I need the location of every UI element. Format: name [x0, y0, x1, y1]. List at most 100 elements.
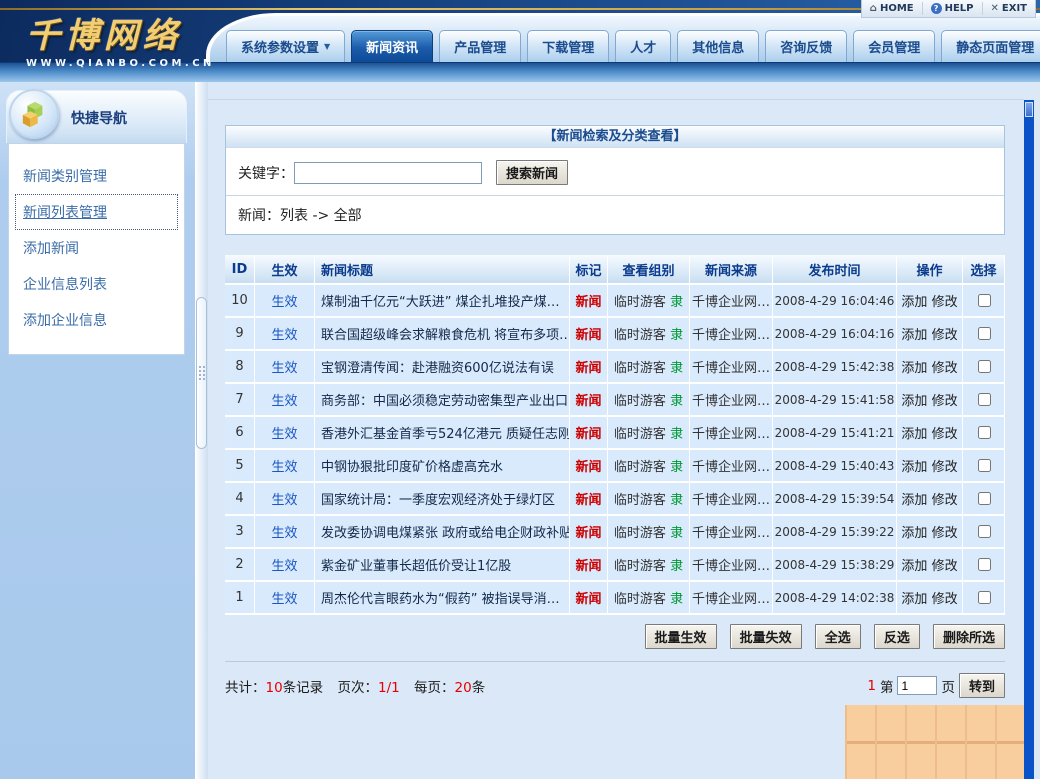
status-link[interactable]: 生效: [271, 361, 297, 376]
news-title-link[interactable]: 国家统计局：一季度宏观经济处于绿灯区: [321, 493, 555, 508]
nav-tab[interactable]: 产品管理: [439, 30, 521, 62]
status-link[interactable]: 生效: [271, 295, 297, 310]
add-link[interactable]: 添加: [901, 460, 927, 475]
sidebar-item[interactable]: 添加企业信息: [9, 302, 184, 338]
add-link[interactable]: 添加: [901, 361, 927, 376]
batch-button[interactable]: 批量失效: [730, 624, 802, 649]
edit-link[interactable]: 修改: [932, 592, 958, 607]
edit-link[interactable]: 修改: [932, 526, 958, 541]
status-link[interactable]: 生效: [271, 394, 297, 409]
logo: 千博网络 www.qianbo.com.cn: [26, 8, 215, 69]
col-title: 新闻标题: [315, 255, 570, 285]
batch-button[interactable]: 全选: [815, 624, 861, 649]
edit-link[interactable]: 修改: [932, 559, 958, 574]
group-link[interactable]: 隶: [670, 460, 683, 475]
cell-status: 生效: [255, 483, 315, 516]
row-checkbox[interactable]: [978, 591, 991, 604]
search-news-button[interactable]: 搜索新闻: [496, 160, 568, 185]
group-link[interactable]: 隶: [670, 295, 683, 310]
cell-actions: 添加 修改: [897, 483, 963, 516]
group-link[interactable]: 隶: [670, 328, 683, 343]
status-link[interactable]: 生效: [271, 493, 297, 508]
help-link[interactable]: ? HELP: [922, 2, 982, 15]
news-title-link[interactable]: 香港外汇基金首季亏524亿港元 质疑任志刚…: [321, 427, 570, 442]
cell-publish-time: 2008-4-29 15:41:21: [773, 417, 897, 450]
status-link[interactable]: 生效: [271, 559, 297, 574]
keyword-input[interactable]: [294, 162, 482, 184]
edit-link[interactable]: 修改: [932, 460, 958, 475]
nav-tab[interactable]: 咨询反馈: [765, 30, 847, 62]
goto-button[interactable]: 转到: [959, 673, 1005, 698]
batch-button[interactable]: 删除所选: [933, 624, 1005, 649]
group-link[interactable]: 隶: [670, 394, 683, 409]
news-title-link[interactable]: 发改委协调电煤紧张 政府或给电企财政补贴: [321, 526, 570, 541]
edit-link[interactable]: 修改: [932, 361, 958, 376]
edit-link[interactable]: 修改: [932, 295, 958, 310]
page-input[interactable]: [897, 676, 937, 695]
news-title-link[interactable]: 中钢协狠批印度矿价格虚高充水: [321, 460, 503, 475]
add-link[interactable]: 添加: [901, 394, 927, 409]
table-row: 9 生效 联合国超级峰会求解粮食危机 将宣布多项… 新闻 临时: [225, 318, 1005, 351]
group-link[interactable]: 隶: [670, 361, 683, 376]
status-link[interactable]: 生效: [271, 460, 297, 475]
nav-tab[interactable]: 人才: [615, 30, 671, 62]
row-checkbox[interactable]: [978, 558, 991, 571]
add-link[interactable]: 添加: [901, 493, 927, 508]
row-checkbox[interactable]: [978, 294, 991, 307]
row-checkbox[interactable]: [978, 327, 991, 340]
news-title-link[interactable]: 商务部：中国必须稳定劳动密集型产业出口: [321, 394, 568, 409]
group-link[interactable]: 隶: [670, 559, 683, 574]
edit-link[interactable]: 修改: [932, 328, 958, 343]
nav-tab[interactable]: 新闻资讯: [351, 30, 433, 62]
cell-id: 2: [225, 549, 255, 582]
news-title-link[interactable]: 煤制油千亿元“大跃进” 煤企扎堆投产煤…: [321, 295, 560, 310]
edit-link[interactable]: 修改: [932, 394, 958, 409]
status-link[interactable]: 生效: [271, 592, 297, 607]
add-link[interactable]: 添加: [901, 592, 927, 607]
row-checkbox[interactable]: [978, 393, 991, 406]
row-checkbox[interactable]: [978, 426, 991, 439]
row-checkbox[interactable]: [978, 525, 991, 538]
nav-tab[interactable]: 下载管理: [527, 30, 609, 62]
row-checkbox[interactable]: [978, 492, 991, 505]
status-link[interactable]: 生效: [271, 328, 297, 343]
status-link[interactable]: 生效: [271, 427, 297, 442]
add-link[interactable]: 添加: [901, 295, 927, 310]
splitter-handle[interactable]: [196, 297, 207, 449]
nav-tab[interactable]: 系统参数设置 ▼: [226, 30, 345, 62]
add-link[interactable]: 添加: [901, 559, 927, 574]
scrollbar-thumb[interactable]: [1025, 102, 1033, 117]
news-title-link[interactable]: 周杰伦代言眼药水为“假药” 被指误导消…: [321, 592, 560, 607]
sidebar-item[interactable]: 添加新闻: [9, 230, 184, 266]
nav-tab-label: 系统参数设置: [241, 37, 319, 56]
group-link[interactable]: 隶: [670, 427, 683, 442]
batch-button[interactable]: 反选: [874, 624, 920, 649]
sidebar-item[interactable]: 新闻列表管理: [15, 194, 178, 230]
nav-tab[interactable]: 静态页面管理: [941, 30, 1040, 62]
goto-prefix: 第: [880, 676, 894, 696]
group-link[interactable]: 隶: [670, 592, 683, 607]
cell-publish-time: 2008-4-29 15:39:54: [773, 483, 897, 516]
add-link[interactable]: 添加: [901, 328, 927, 343]
sidebar-item[interactable]: 企业信息列表: [9, 266, 184, 302]
edit-link[interactable]: 修改: [932, 493, 958, 508]
status-link[interactable]: 生效: [271, 526, 297, 541]
add-link[interactable]: 添加: [901, 427, 927, 442]
news-title-link[interactable]: 紫金矿业董事长超低价受让1亿股: [321, 559, 511, 574]
nav-tab[interactable]: 会员管理: [853, 30, 935, 62]
group-link[interactable]: 隶: [670, 526, 683, 541]
news-title-link[interactable]: 宝钢澄清传闻：赴港融资600亿说法有误: [321, 361, 554, 376]
exit-link[interactable]: ✕ EXIT: [982, 2, 1035, 15]
group-link[interactable]: 隶: [670, 493, 683, 508]
vertical-scrollbar[interactable]: [1024, 82, 1034, 779]
home-link[interactable]: ⌂ HOME: [862, 2, 922, 15]
sidebar-item[interactable]: 新闻类别管理: [9, 158, 184, 194]
edit-link[interactable]: 修改: [932, 427, 958, 442]
add-link[interactable]: 添加: [901, 526, 927, 541]
nav-tab[interactable]: 其他信息: [677, 30, 759, 62]
batch-button[interactable]: 批量生效: [645, 624, 717, 649]
row-checkbox[interactable]: [978, 360, 991, 373]
row-checkbox[interactable]: [978, 459, 991, 472]
panel-splitter[interactable]: [195, 82, 208, 779]
news-title-link[interactable]: 联合国超级峰会求解粮食危机 将宣布多项…: [321, 328, 570, 343]
